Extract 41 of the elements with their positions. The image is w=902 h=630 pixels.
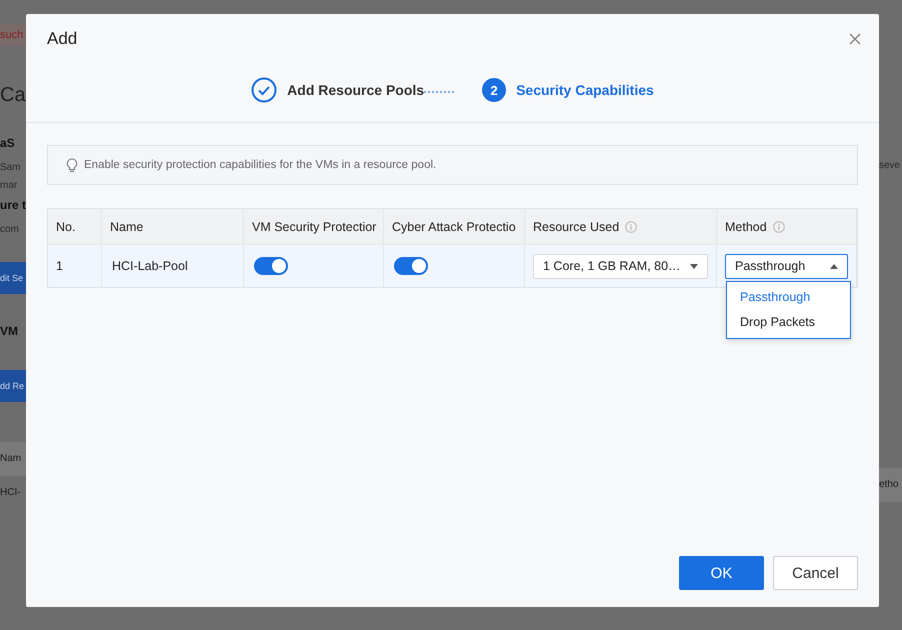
- resource-dropdown[interactable]: 1 Core, 1 GB RAM, 80…: [533, 254, 708, 278]
- method-dropdown[interactable]: Passthrough: [725, 254, 848, 278]
- table-cell: HCI-Lab-Pool: [102, 245, 244, 287]
- background-text: etho: [879, 468, 902, 502]
- background-text: mar: [0, 180, 18, 193]
- table-cell: 1: [48, 245, 102, 287]
- info-icon: [772, 220, 785, 232]
- info-icon: [625, 220, 638, 232]
- hint-text: Enable security protection capabilities for the VMs in a resource pool.: [84, 159, 436, 171]
- lightbulb-icon: [66, 158, 78, 172]
- step-label: Security Capabilities: [516, 82, 654, 98]
- column-label: No.: [56, 220, 76, 234]
- cancel-button[interactable]: Cancel: [773, 556, 858, 590]
- close-icon: [849, 33, 861, 45]
- toggle-switch[interactable]: [254, 257, 288, 275]
- background-text: seve: [879, 160, 902, 173]
- menu-option[interactable]: Passthrough: [727, 285, 850, 310]
- column-label: Resource Used: [533, 220, 620, 234]
- column-label: VM Security Protectior: [252, 220, 376, 234]
- column-label: Name: [110, 220, 144, 234]
- column-label: Method: [725, 220, 767, 234]
- background-text: com: [0, 224, 20, 237]
- background-text: aS: [0, 136, 16, 152]
- menu-option[interactable]: Drop Packets: [727, 310, 850, 335]
- step-number: 2: [482, 78, 506, 102]
- background-text: ure t: [0, 198, 26, 214]
- step-label: Add Resource Pools: [287, 82, 424, 98]
- dialog-title: Add: [47, 29, 78, 49]
- ok-button[interactable]: OK: [679, 556, 764, 590]
- background-text: Nam: [0, 442, 26, 476]
- background-text: Sam: [0, 162, 22, 175]
- background-text: VM: [0, 324, 19, 340]
- background-text: such: [0, 24, 26, 46]
- check-circle-icon: [251, 77, 278, 103]
- caret-icon: [690, 264, 698, 268]
- background-text: Ca: [0, 84, 26, 108]
- column-label: Cyber Attack Protectio: [392, 220, 516, 234]
- background-text: HCI-: [0, 486, 22, 500]
- caret-icon: [830, 264, 838, 268]
- toggle-switch[interactable]: [394, 257, 428, 275]
- close-button[interactable]: [849, 33, 861, 45]
